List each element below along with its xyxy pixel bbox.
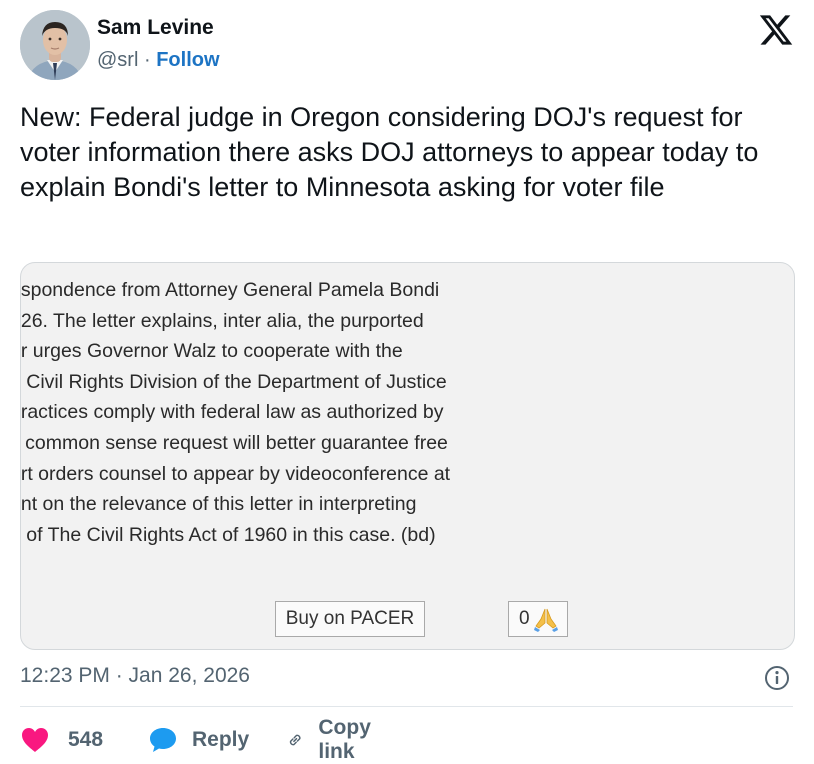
buy-on-pacer-button: Buy on PACER — [275, 601, 425, 637]
docket-line: e Civil Rights Division of the Departmen… — [20, 370, 447, 393]
author-handle[interactable]: @srl — [97, 49, 138, 71]
link-icon — [289, 734, 301, 746]
tweet-text: New: Federal judge in Oregon considering… — [20, 102, 759, 202]
author-avatar[interactable] — [20, 10, 90, 80]
tweet-timestamp[interactable]: 12:23 PM · Jan 26, 2026 — [20, 664, 250, 688]
info-icon[interactable] — [764, 665, 790, 691]
docket-line: er urges Governor Walz to cooperate with… — [20, 340, 403, 363]
copy-link-label: Copy link — [318, 716, 371, 763]
docket-line: e of The Civil Rights Act of 1960 in thi… — [20, 523, 436, 546]
author-name[interactable]: Sam Levine — [97, 16, 214, 40]
divider — [20, 706, 793, 707]
x-logo-icon[interactable] — [758, 12, 794, 48]
docket-text-excerpt: espondence from Attorney General Pamela … — [20, 275, 451, 550]
reply-button[interactable]: Reply — [148, 722, 249, 758]
reaction-chip: 0 — [508, 601, 568, 637]
avatar-photo — [20, 10, 90, 80]
follow-button[interactable]: Follow — [156, 49, 219, 71]
reaction-count: 0 — [519, 608, 530, 629]
media-card-docket-image[interactable]: espondence from Attorney General Pamela … — [20, 262, 795, 650]
reply-label: Reply — [192, 728, 250, 751]
folded-hands-icon — [534, 608, 558, 632]
docket-line: urt orders counsel to appear by videocon… — [20, 462, 451, 485]
reply-bubble-icon — [150, 728, 176, 752]
docket-line: ent on the relevance of this letter in i… — [20, 493, 417, 516]
handle-separator: · — [143, 49, 151, 71]
docket-line: s common sense request will better guara… — [20, 431, 448, 454]
author-handle-row: @srl · Follow — [97, 49, 220, 72]
like-button[interactable]: 548 — [20, 722, 103, 758]
copy-link-button[interactable]: Copy link — [286, 716, 381, 763]
like-count: 548 — [68, 728, 104, 751]
docket-line: 026. The letter explains, inter alia, th… — [20, 309, 424, 332]
heart-icon — [22, 728, 48, 752]
docket-line: practices comply with federal law as aut… — [20, 401, 444, 424]
docket-line: espondence from Attorney General Pamela … — [20, 279, 440, 301]
